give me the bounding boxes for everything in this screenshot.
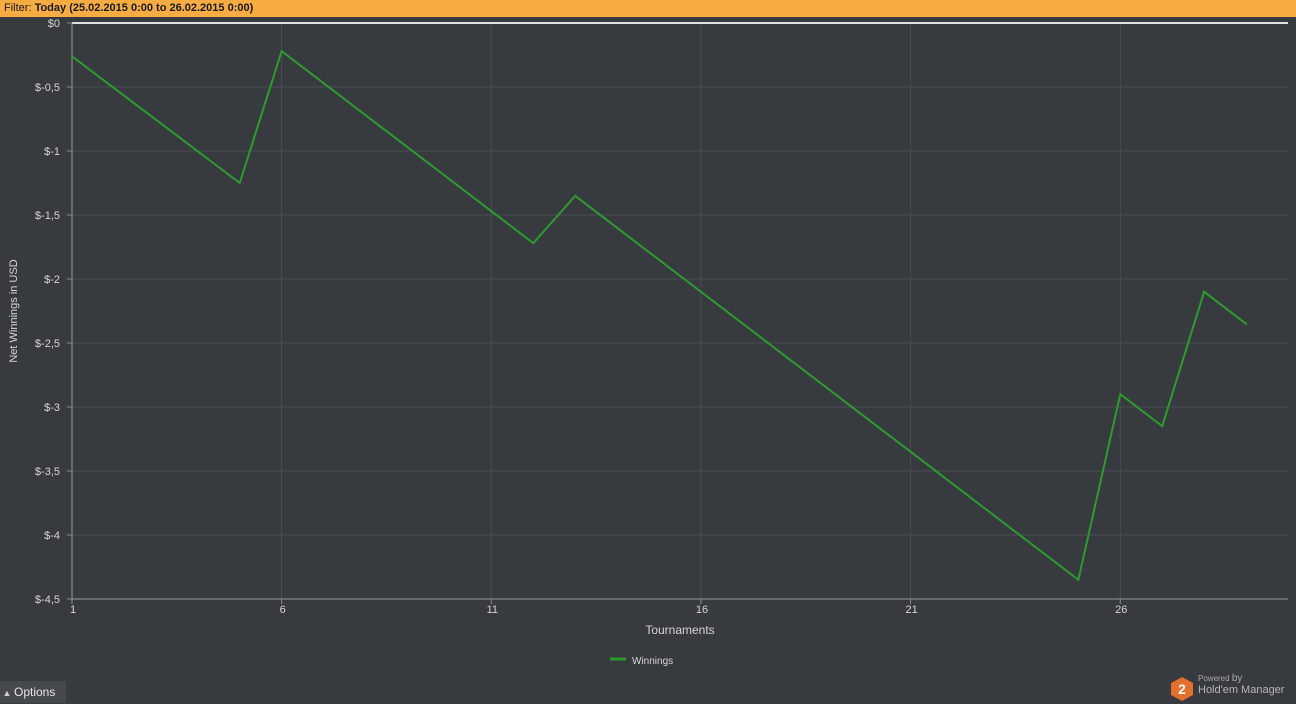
y-tick-label: $-2	[44, 274, 60, 286]
data-point	[574, 194, 577, 197]
y-tick-label: $-2,5	[35, 338, 60, 350]
y-tick-label: $0	[48, 18, 60, 30]
data-point	[280, 50, 283, 53]
x-tick-label: 21	[905, 604, 917, 616]
y-tick-label: $-4,5	[35, 594, 60, 606]
powered-text: Powered	[1198, 674, 1230, 683]
badge-number: 2	[1178, 681, 1186, 697]
data-point	[1161, 425, 1164, 428]
data-point	[1119, 393, 1122, 396]
chart-axes	[71, 22, 1288, 600]
y-tick-label: $-1,5	[35, 210, 60, 222]
filter-bar[interactable]: Filter: Today (25.02.2015 0:00 to 26.02.…	[0, 0, 1296, 17]
x-tick-label: 16	[696, 604, 708, 616]
holdem-manager-badge-icon: 2	[1171, 677, 1193, 701]
series-layer	[71, 49, 1248, 582]
y-tick-label: $-4	[44, 530, 60, 542]
options-label: Options	[14, 685, 56, 699]
filter-value: Today (25.02.2015 0:00 to 26.02.2015 0:0…	[34, 2, 254, 14]
legend[interactable]: Winnings	[610, 656, 673, 667]
data-point	[1077, 578, 1080, 581]
y-tick-label: $-0,5	[35, 82, 60, 94]
legend-label-winnings: Winnings	[632, 656, 673, 667]
data-point	[1245, 322, 1248, 325]
series-line-winnings	[71, 49, 1247, 582]
grid-lines	[72, 23, 1288, 599]
x-tick-label: 6	[280, 604, 286, 616]
data-point	[238, 182, 241, 184]
y-tick-label: $-3,5	[35, 466, 60, 478]
x-tick-label: 1	[70, 604, 76, 616]
y-tick-label: $-1	[44, 146, 60, 158]
x-axis-ticks: 1 6 11 16 21 26	[70, 599, 1127, 616]
data-point	[1203, 290, 1206, 293]
x-tick-label: 26	[1115, 604, 1127, 616]
data-point	[532, 242, 535, 245]
holdem-manager-logo: 2 Powered by Hold'em Manager	[1168, 672, 1296, 703]
winnings-chart: $0$-0,5$-1$-1,5$-2$-2,5$-3$-3,5$-4$-4,5 …	[8, 18, 1288, 667]
y-tick-label: $-3	[44, 402, 60, 414]
x-tick-label: 11	[487, 604, 498, 616]
chevron-up-icon: ▲	[2, 688, 12, 698]
y-axis-ticks: $0 $-0,5 $-1 $-1,5 $-2 $-2,5 $-3 $-3,5 $-4 $-4,5	[35, 18, 72, 606]
x-axis-label: Tournaments	[645, 623, 714, 637]
data-point	[71, 55, 73, 58]
brand-name: Hold'em Manager	[1198, 684, 1285, 696]
options-button[interactable]: ▲ Options	[0, 681, 66, 703]
filter-label: Filter:	[4, 2, 32, 14]
y-axis-label: Net Winnings in USD	[8, 259, 20, 362]
